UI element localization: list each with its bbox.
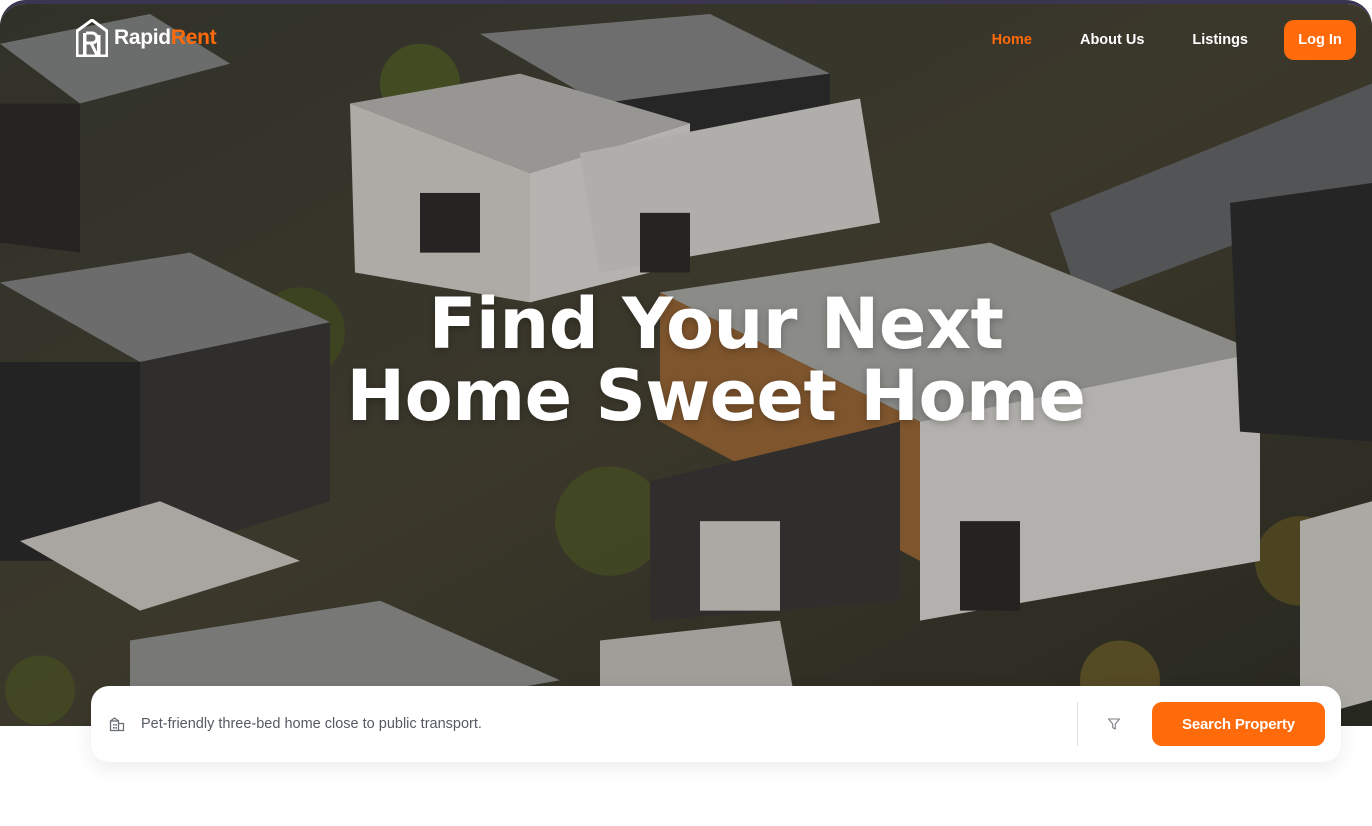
main-nav: Home About Us Listings Log In: [992, 20, 1356, 60]
hero-headline-line1: Find Your Next: [428, 283, 1004, 365]
nav-listings-link[interactable]: Listings: [1192, 32, 1248, 48]
login-button[interactable]: Log In: [1284, 20, 1356, 60]
brand-name-part1: Rapid: [114, 26, 171, 49]
brand-name: RapidRent: [114, 26, 217, 50]
search-property-button[interactable]: Search Property: [1152, 702, 1325, 746]
property-search-bar: Search Property: [91, 686, 1341, 762]
hero-section: RapidRent Home About Us Listings Log In …: [0, 0, 1372, 726]
brand-logo[interactable]: RapidRent: [76, 18, 217, 58]
building-icon: [93, 686, 141, 762]
search-divider: [1077, 702, 1078, 746]
nav-about-us-link[interactable]: About Us: [1080, 32, 1144, 48]
search-input[interactable]: [141, 704, 1077, 744]
filter-icon[interactable]: [1100, 710, 1128, 738]
nav-home-link[interactable]: Home: [992, 32, 1032, 48]
brand-name-part2: Rent: [170, 26, 217, 49]
house-logo-icon: [76, 19, 108, 57]
hero-headline: Find Your Next Home Sweet Home: [0, 288, 1372, 432]
hero-headline-line2: Home Sweet Home: [346, 355, 1086, 437]
